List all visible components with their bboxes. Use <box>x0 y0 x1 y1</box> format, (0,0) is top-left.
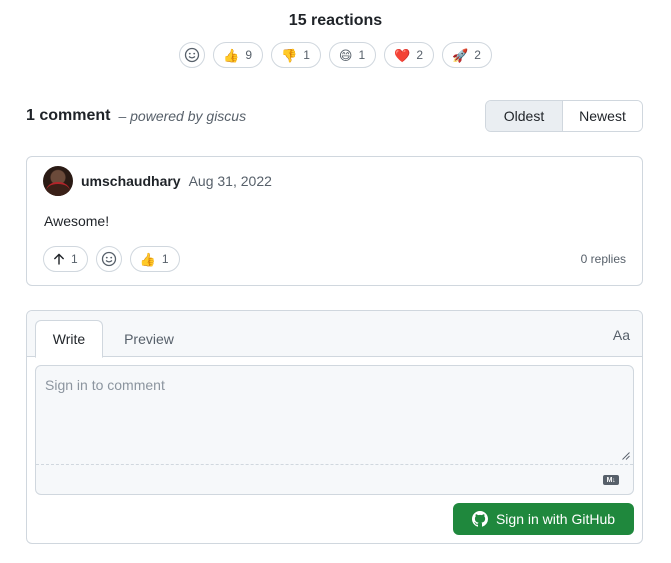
smiley-icon <box>101 251 116 267</box>
comment-add-reaction-button[interactable] <box>95 246 122 272</box>
comment-footer: 1 👍 1 0 replies <box>27 245 642 273</box>
sort-newest-button[interactable]: Newest <box>563 101 642 131</box>
sign-in-github-button[interactable]: Sign in with GitHub <box>453 503 634 535</box>
thumbs-down-icon: 👎 <box>281 47 298 63</box>
upvote-count: 1 <box>71 252 78 266</box>
laugh-icon: 😄 <box>338 47 353 63</box>
reactions-title: 15 reactions <box>288 12 383 29</box>
reactions-bar: 👍 9 👎 1 😄 1 ❤️ 2 🚀 2 <box>0 42 671 68</box>
reaction-thumbs-down[interactable]: 👎 1 <box>271 42 321 68</box>
reaction-thumbs-up[interactable]: 👍 9 <box>213 42 263 68</box>
comment-card: umschaudhary Aug 31, 2022 Awesome! 1 👍 1 … <box>26 156 643 286</box>
comment-body: Awesome! <box>44 213 110 229</box>
comment-date[interactable]: Aug 31, 2022 <box>189 173 272 189</box>
markdown-strip: M↓ <box>36 464 633 495</box>
powered-by-giscus: – powered by giscus <box>118 108 247 124</box>
comment-reaction-thumbs-up[interactable]: 👍 1 <box>129 246 180 272</box>
comment-count: 1 comment <box>26 107 111 124</box>
reaction-laugh[interactable]: 😄 1 <box>328 42 377 68</box>
upvote-button[interactable]: 1 <box>43 246 88 272</box>
reaction-heart[interactable]: ❤️ 2 <box>384 42 434 68</box>
tab-write[interactable]: Write <box>35 320 103 358</box>
github-icon <box>471 511 488 527</box>
thumbs-up-icon: 👍 <box>223 47 240 63</box>
add-reaction-button[interactable] <box>179 42 206 68</box>
tab-preview[interactable]: Preview <box>113 320 185 358</box>
comment-editor: Write Preview Aa Sign in to comment M↓ S… <box>26 310 643 544</box>
reaction-rocket[interactable]: 🚀 2 <box>442 42 492 68</box>
sort-oldest-button[interactable]: Oldest <box>486 101 563 131</box>
replies-count: 0 replies <box>580 252 626 266</box>
reaction-count: 2 <box>474 48 481 62</box>
smiley-icon <box>184 47 200 63</box>
avatar[interactable] <box>43 166 73 196</box>
editor-tabs: Write Preview Aa <box>27 311 642 358</box>
text-format-icon[interactable]: Aa <box>613 327 630 343</box>
comment-placeholder: Sign in to comment <box>45 377 165 393</box>
reaction-count: 2 <box>416 48 423 62</box>
resize-handle-icon[interactable] <box>622 452 630 460</box>
sort-toggle: Oldest Newest <box>485 100 643 132</box>
rocket-icon: 🚀 <box>452 47 469 63</box>
comment-author[interactable]: umschaudhary <box>81 173 181 189</box>
heart-icon: ❤️ <box>394 47 411 63</box>
reaction-count: 1 <box>303 48 310 62</box>
arrow-up-icon <box>54 253 64 265</box>
comments-header: 1 comment – powered by giscus Oldest New… <box>26 100 643 132</box>
reaction-count: 9 <box>245 48 252 62</box>
reaction-count: 1 <box>161 252 169 266</box>
sign-in-label: Sign in with GitHub <box>495 511 616 527</box>
comment-textarea[interactable]: Sign in to comment M↓ <box>35 365 634 495</box>
comment-header: umschaudhary Aug 31, 2022 <box>27 157 642 205</box>
markdown-icon[interactable]: M↓ <box>603 475 619 485</box>
reaction-count: 1 <box>358 48 366 62</box>
thumbs-up-icon: 👍 <box>139 251 156 267</box>
